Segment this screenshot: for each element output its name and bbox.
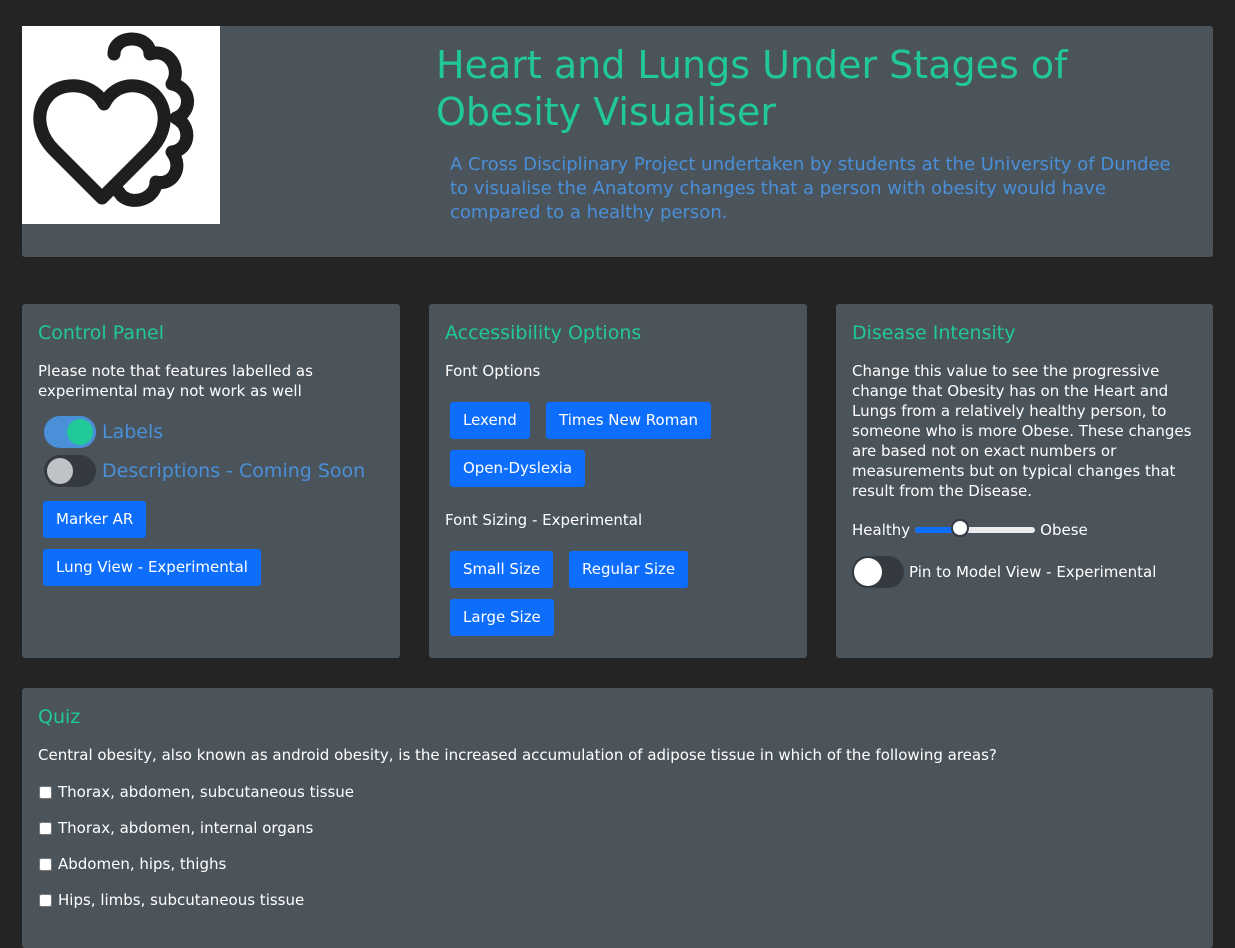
font-options-label: Font Options	[445, 362, 541, 380]
toggle-knob	[47, 458, 73, 484]
font-open-dyslexia-button[interactable]: Open-Dyslexia	[450, 450, 586, 487]
regular-size-button[interactable]: Regular Size	[569, 551, 689, 588]
large-size-button[interactable]: Large Size	[450, 599, 554, 636]
intensity-slider-row: Healthy Obese	[852, 519, 1088, 539]
quiz-option[interactable]: Thorax, abdomen, subcutaneous tissue	[38, 783, 354, 801]
small-size-button[interactable]: Small Size	[450, 551, 554, 588]
quiz-title: Quiz	[38, 706, 81, 728]
toggle-knob	[854, 558, 882, 586]
heart-lungs-logo-icon	[33, 32, 194, 207]
font-lexend-button[interactable]: Lexend	[450, 402, 530, 439]
quiz-option-checkbox[interactable]	[39, 857, 52, 871]
disease-description: Change this value to see the progressive…	[852, 362, 1192, 500]
labels-toggle-row[interactable]: Labels	[44, 416, 163, 448]
pin-model-view-toggle[interactable]	[852, 556, 904, 588]
descriptions-toggle-row[interactable]: Descriptions - Coming Soon	[44, 455, 365, 487]
app-title: Heart and Lungs Under Stages of Obesity …	[436, 43, 1068, 134]
experimental-note: Please note that features labelled as ex…	[38, 362, 313, 400]
quiz-option-checkbox[interactable]	[39, 821, 52, 835]
control-panel-title: Control Panel	[38, 322, 164, 344]
quiz-panel: Quiz Central obesity, also known as andr…	[22, 688, 1213, 948]
toggle-knob	[67, 419, 93, 445]
font-sizing-label: Font Sizing - Experimental	[445, 511, 643, 529]
control-panel: Control Panel Please note that features …	[22, 304, 400, 658]
quiz-option-label: Abdomen, hips, thighs	[58, 855, 227, 873]
intensity-slider[interactable]	[915, 519, 1036, 537]
slider-thumb[interactable]	[950, 519, 969, 537]
slider-min-label: Healthy	[852, 521, 911, 539]
pin-toggle-label: Pin to Model View - Experimental	[909, 563, 1157, 581]
header-banner: Heart and Lungs Under Stages of Obesity …	[22, 26, 1213, 257]
app-subtitle: A Cross Disciplinary Project undertaken …	[450, 154, 1171, 223]
slider-max-label: Obese	[1040, 521, 1088, 539]
disease-intensity-title: Disease Intensity	[852, 322, 1016, 344]
descriptions-toggle[interactable]	[44, 455, 96, 487]
font-times-new-roman-button[interactable]: Times New Roman	[546, 402, 712, 439]
accessibility-title: Accessibility Options	[445, 322, 642, 344]
quiz-option[interactable]: Thorax, abdomen, internal organs	[38, 819, 313, 837]
quiz-option[interactable]: Abdomen, hips, thighs	[38, 855, 226, 873]
logo	[22, 26, 220, 224]
lung-view-button[interactable]: Lung View - Experimental	[43, 549, 261, 586]
labels-toggle-label: Labels	[102, 421, 164, 443]
quiz-option-checkbox[interactable]	[39, 785, 52, 799]
labels-toggle[interactable]	[44, 416, 96, 448]
quiz-option-label: Hips, limbs, subcutaneous tissue	[58, 891, 305, 909]
marker-ar-button[interactable]: Marker AR	[43, 501, 147, 538]
quiz-option-label: Thorax, abdomen, internal organs	[58, 819, 314, 837]
quiz-option-label: Thorax, abdomen, subcutaneous tissue	[58, 783, 355, 801]
accessibility-panel: Accessibility Options Font Options Lexen…	[429, 304, 807, 658]
quiz-option[interactable]: Hips, limbs, subcutaneous tissue	[38, 891, 304, 909]
quiz-question: Central obesity, also known as android o…	[38, 746, 997, 764]
disease-intensity-panel: Disease Intensity Change this value to s…	[836, 304, 1213, 658]
descriptions-toggle-label: Descriptions - Coming Soon	[102, 460, 366, 482]
quiz-option-checkbox[interactable]	[39, 893, 52, 907]
pin-toggle-row[interactable]: Pin to Model View - Experimental	[852, 556, 1156, 588]
